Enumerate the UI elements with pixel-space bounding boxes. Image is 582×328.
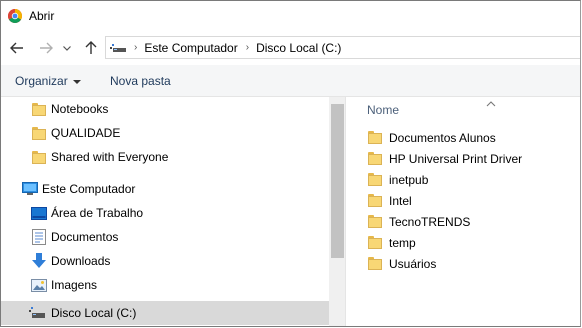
nav-item-label: Disco Local (C:) <box>51 306 137 320</box>
nav-item-label: QUALIDADE <box>51 126 121 140</box>
breadcrumb-separator-icon[interactable]: › <box>246 42 249 53</box>
breadcrumb-disco-local[interactable]: Disco Local (C:) <box>256 41 341 55</box>
dropdown-arrow-icon <box>72 79 81 84</box>
nav-item-label: Área de Trabalho <box>51 206 144 220</box>
file-item-label: HP Universal Print Driver <box>389 152 523 166</box>
command-bar: Organizar Nova pasta <box>1 65 580 97</box>
nav-item-label: Shared with Everyone <box>51 150 169 164</box>
file-list-pane: Nome Documentos Alunos HP Universal Prin… <box>346 96 580 326</box>
nav-pane-scrollbar-thumb[interactable] <box>331 104 344 258</box>
folder-icon <box>368 131 384 145</box>
documents-icon <box>31 229 47 245</box>
forward-button[interactable] <box>37 39 55 57</box>
folder-icon <box>31 149 47 165</box>
file-item-temp[interactable]: temp <box>368 233 416 253</box>
title-bar: Abrir <box>1 1 580 31</box>
chrome-icon <box>8 9 22 23</box>
file-item-label: Documentos Alunos <box>389 131 496 145</box>
recent-locations-button[interactable] <box>61 39 73 57</box>
up-button[interactable] <box>82 39 100 57</box>
folder-icon <box>368 173 384 187</box>
folder-icon <box>31 101 47 117</box>
arrow-up-icon <box>85 41 97 54</box>
desktop-icon <box>31 205 47 221</box>
file-item-usuarios[interactable]: Usuários <box>368 254 436 274</box>
file-item-hp-universal-print-driver[interactable]: HP Universal Print Driver <box>368 149 522 169</box>
open-file-dialog: Abrir › Este Computador › Disco Local (C… <box>0 0 581 327</box>
folder-icon <box>368 215 384 229</box>
folder-icon <box>368 236 384 250</box>
folder-icon <box>31 125 47 141</box>
folder-icon <box>368 152 384 166</box>
download-icon <box>31 253 47 269</box>
computer-icon <box>110 43 126 52</box>
folder-icon <box>368 194 384 208</box>
nav-item-label: Downloads <box>51 254 111 268</box>
nav-item-disco-local[interactable]: Disco Local (C:) <box>1 301 329 325</box>
file-item-inetpub[interactable]: inetpub <box>368 170 428 190</box>
pictures-icon <box>31 277 47 293</box>
nav-item-este-computador[interactable]: Este Computador <box>1 177 329 201</box>
file-item-label: temp <box>389 236 416 250</box>
nav-item-area-de-trabalho[interactable]: Área de Trabalho <box>1 201 329 225</box>
arrow-right-icon <box>40 42 53 54</box>
nav-item-shared-with-everyone[interactable]: Shared with Everyone <box>1 145 329 169</box>
nav-item-label: Documentos <box>51 230 119 244</box>
computer-icon <box>22 181 38 197</box>
nav-item-label: Imagens <box>51 278 98 292</box>
sort-ascending-icon <box>486 96 496 107</box>
back-button[interactable] <box>8 39 26 57</box>
folder-icon <box>368 257 384 271</box>
file-item-intel[interactable]: Intel <box>368 191 412 211</box>
chevron-down-icon <box>63 45 71 51</box>
file-item-label: Intel <box>389 194 412 208</box>
nav-item-qualidade[interactable]: QUALIDADE <box>1 121 329 145</box>
nav-item-label: Este Computador <box>42 182 136 196</box>
organize-button[interactable]: Organizar <box>15 74 81 88</box>
nav-item-notebooks[interactable]: Notebooks <box>1 97 329 121</box>
arrow-left-icon <box>10 42 23 54</box>
drive-icon <box>29 305 45 321</box>
file-item-label: inetpub <box>389 173 429 187</box>
breadcrumb-este-computador[interactable]: Este Computador <box>144 41 237 55</box>
navigation-pane: Notebooks QUALIDADE Shared with Everyone… <box>1 97 345 326</box>
organize-label: Organizar <box>15 74 68 88</box>
file-item-tecnotrends[interactable]: TecnoTRENDS <box>368 212 470 232</box>
breadcrumb-separator-icon[interactable]: › <box>134 42 137 53</box>
nav-item-documentos[interactable]: Documentos <box>1 225 329 249</box>
address-row: › Este Computador › Disco Local (C:) <box>1 31 580 65</box>
file-item-documentos-alunos[interactable]: Documentos Alunos <box>368 128 496 148</box>
file-item-label: TecnoTRENDS <box>389 215 471 229</box>
new-folder-button[interactable]: Nova pasta <box>110 74 171 88</box>
nav-item-label: Notebooks <box>51 102 109 116</box>
nav-item-downloads[interactable]: Downloads <box>1 249 329 273</box>
nav-item-imagens[interactable]: Imagens <box>1 273 329 297</box>
file-item-label: Usuários <box>389 257 437 271</box>
column-header-name[interactable]: Nome <box>367 103 399 117</box>
window-title: Abrir <box>29 9 55 23</box>
address-bar[interactable]: › Este Computador › Disco Local (C:) <box>105 36 580 59</box>
